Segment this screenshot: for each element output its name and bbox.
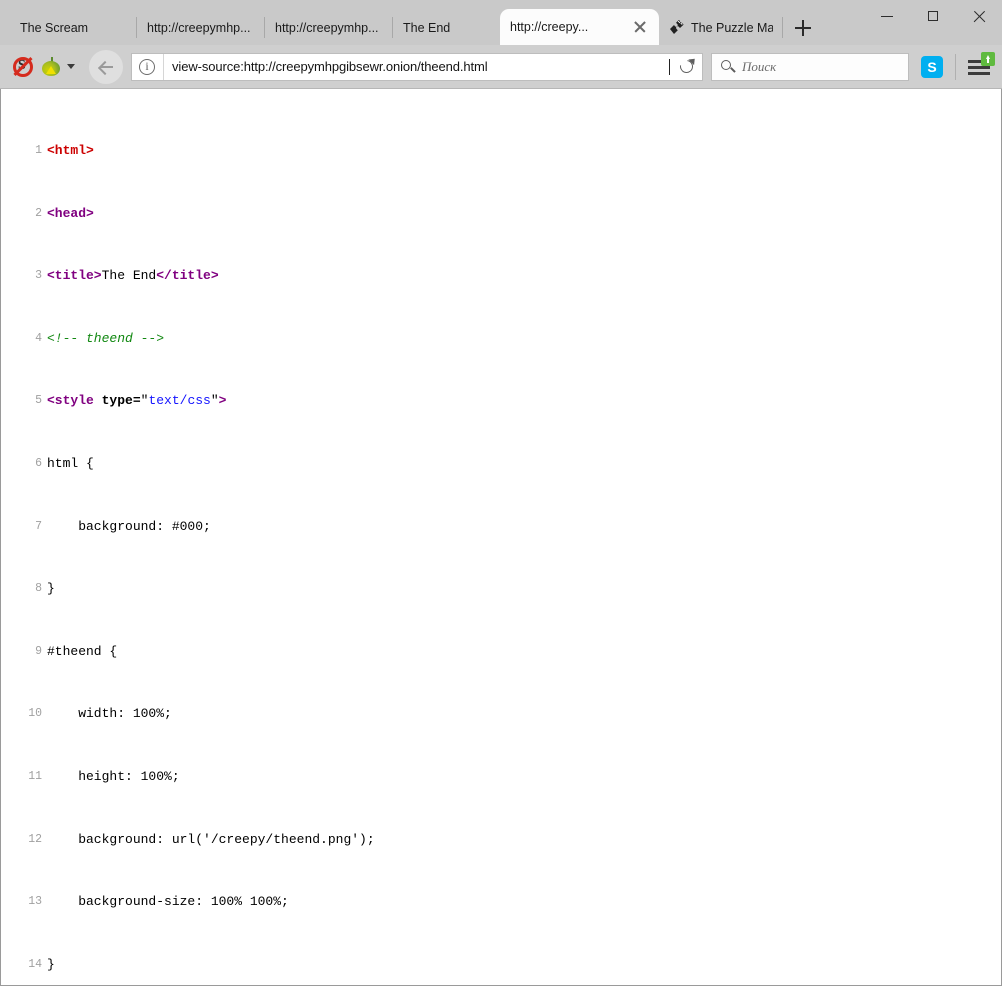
view-source-content: 1<html> 2<head> 3<title>The End</title> … <box>0 89 1002 986</box>
line-content: background: #000; <box>42 519 1001 535</box>
new-tab-button[interactable] <box>785 11 821 45</box>
line-content: width: 100%; <box>42 706 1001 722</box>
line-content: } <box>42 581 1001 597</box>
line-number: 8 <box>1 581 42 597</box>
source-code-listing: 1<html> 2<head> 3<title>The End</title> … <box>1 96 1001 986</box>
source-line: 12 background: url('/creepy/theend.png')… <box>1 832 1001 848</box>
line-content: <style type="text/css"> <box>42 393 1001 409</box>
line-number: 9 <box>1 644 42 660</box>
line-number: 6 <box>1 456 42 472</box>
source-line: 11 height: 100%; <box>1 769 1001 785</box>
tab-label: http://creepymhp... <box>147 21 251 35</box>
source-line: 13 background-size: 100% 100%; <box>1 894 1001 910</box>
line-number: 11 <box>1 769 42 785</box>
line-content: html { <box>42 456 1001 472</box>
address-bar[interactable]: view-source:http://creepymhpgibsewr.onio… <box>131 53 703 81</box>
line-number: 14 <box>1 957 42 973</box>
source-line: 4 <!-- theend --> <box>1 331 1001 347</box>
onion-icon <box>40 56 62 78</box>
puzzle-piece-icon <box>669 20 685 36</box>
address-bar-input[interactable]: view-source:http://creepymhpgibsewr.onio… <box>172 59 669 74</box>
token-tag: <title> <box>47 268 102 283</box>
skype-icon[interactable] <box>921 56 943 78</box>
source-line: 2 <head> <box>1 206 1001 222</box>
back-arrow-icon <box>99 61 112 74</box>
tab-label: The Scream <box>20 21 88 35</box>
tab-strip: The Scream http://creepymhp... http://cr… <box>0 0 1002 45</box>
tab-label: http://creepymhp... <box>275 21 379 35</box>
tab-label: The End <box>403 21 450 35</box>
text-caret <box>669 59 670 75</box>
line-content: background-size: 100% 100%; <box>42 894 1001 910</box>
source-line: 14} <box>1 957 1001 973</box>
token-tag: <style <box>47 393 102 408</box>
source-line: 1 <html> <box>1 143 1001 159</box>
tab-the-puzzle-master[interactable]: The Puzzle Ma... <box>659 10 783 45</box>
tab-creepymhp-2[interactable]: http://creepymhp... <box>265 10 393 45</box>
token-attr: type= <box>102 393 141 408</box>
source-line: 3<title>The End</title> <box>1 268 1001 284</box>
site-info-icon[interactable] <box>139 59 155 75</box>
line-content: <html> <box>42 143 1001 159</box>
tab-creepymhp-1[interactable]: http://creepymhp... <box>137 10 265 45</box>
token-quote: " <box>211 393 219 408</box>
search-bar[interactable]: Поиск <box>711 53 909 81</box>
source-line: 10 width: 100%; <box>1 706 1001 722</box>
window-controls <box>864 0 1002 33</box>
line-number: 13 <box>1 894 42 910</box>
line-content: } <box>42 957 1001 973</box>
hamburger-menu-icon[interactable] <box>964 52 994 82</box>
source-line: 9#theend { <box>1 644 1001 660</box>
line-number: 3 <box>1 268 42 284</box>
maximize-button[interactable] <box>910 0 956 33</box>
line-content: background: url('/creepy/theend.png'); <box>42 832 1001 848</box>
line-content: <!-- theend --> <box>42 331 1001 347</box>
minimize-button[interactable] <box>864 0 910 33</box>
noscript-icon[interactable]: S <box>12 56 34 78</box>
toolbar-divider <box>955 54 956 80</box>
token-tag: </title> <box>156 268 218 283</box>
navigation-toolbar: S view-source:http://creepymhpgibsewr.on… <box>0 45 1002 89</box>
update-badge-icon <box>981 52 995 66</box>
source-line: 8} <box>1 581 1001 597</box>
line-number: 4 <box>1 331 42 347</box>
tab-the-end[interactable]: The End <box>393 10 500 45</box>
torbutton[interactable] <box>40 56 75 78</box>
tab-label: The Puzzle Ma... <box>691 21 773 35</box>
line-content: #theend { <box>42 644 1001 660</box>
divider <box>163 54 164 80</box>
browser-window: The Scream http://creepymhp... http://cr… <box>0 0 1002 986</box>
line-number: 7 <box>1 519 42 535</box>
reload-icon[interactable] <box>672 53 702 81</box>
line-number: 5 <box>1 393 42 409</box>
token-tag: <head> <box>47 206 94 221</box>
line-number: 2 <box>1 206 42 222</box>
source-line: 7 background: #000; <box>1 519 1001 535</box>
search-input-placeholder[interactable]: Поиск <box>742 59 776 75</box>
source-line: 5<style type="text/css"> <box>1 393 1001 409</box>
token-text: The End <box>102 268 157 283</box>
line-number: 10 <box>1 706 42 722</box>
tab-the-scream[interactable]: The Scream <box>10 10 137 45</box>
line-number: 12 <box>1 832 42 848</box>
line-content: <head> <box>42 206 1001 222</box>
close-window-button[interactable] <box>956 0 1002 33</box>
line-number: 1 <box>1 143 42 159</box>
token-tag: > <box>219 393 227 408</box>
close-icon[interactable] <box>631 18 649 36</box>
token-comment: <!-- theend --> <box>47 331 164 346</box>
search-icon <box>720 59 736 75</box>
line-content: height: 100%; <box>42 769 1001 785</box>
tab-label: http://creepy... <box>510 20 588 34</box>
source-line: 6html { <box>1 456 1001 472</box>
token-tag: <html> <box>47 143 94 158</box>
tab-creepy-active[interactable]: http://creepy... <box>500 9 659 45</box>
token-value: text/css <box>148 393 210 408</box>
chevron-down-icon[interactable] <box>67 64 75 69</box>
line-content: <title>The End</title> <box>42 268 1001 284</box>
back-button[interactable] <box>89 50 123 84</box>
